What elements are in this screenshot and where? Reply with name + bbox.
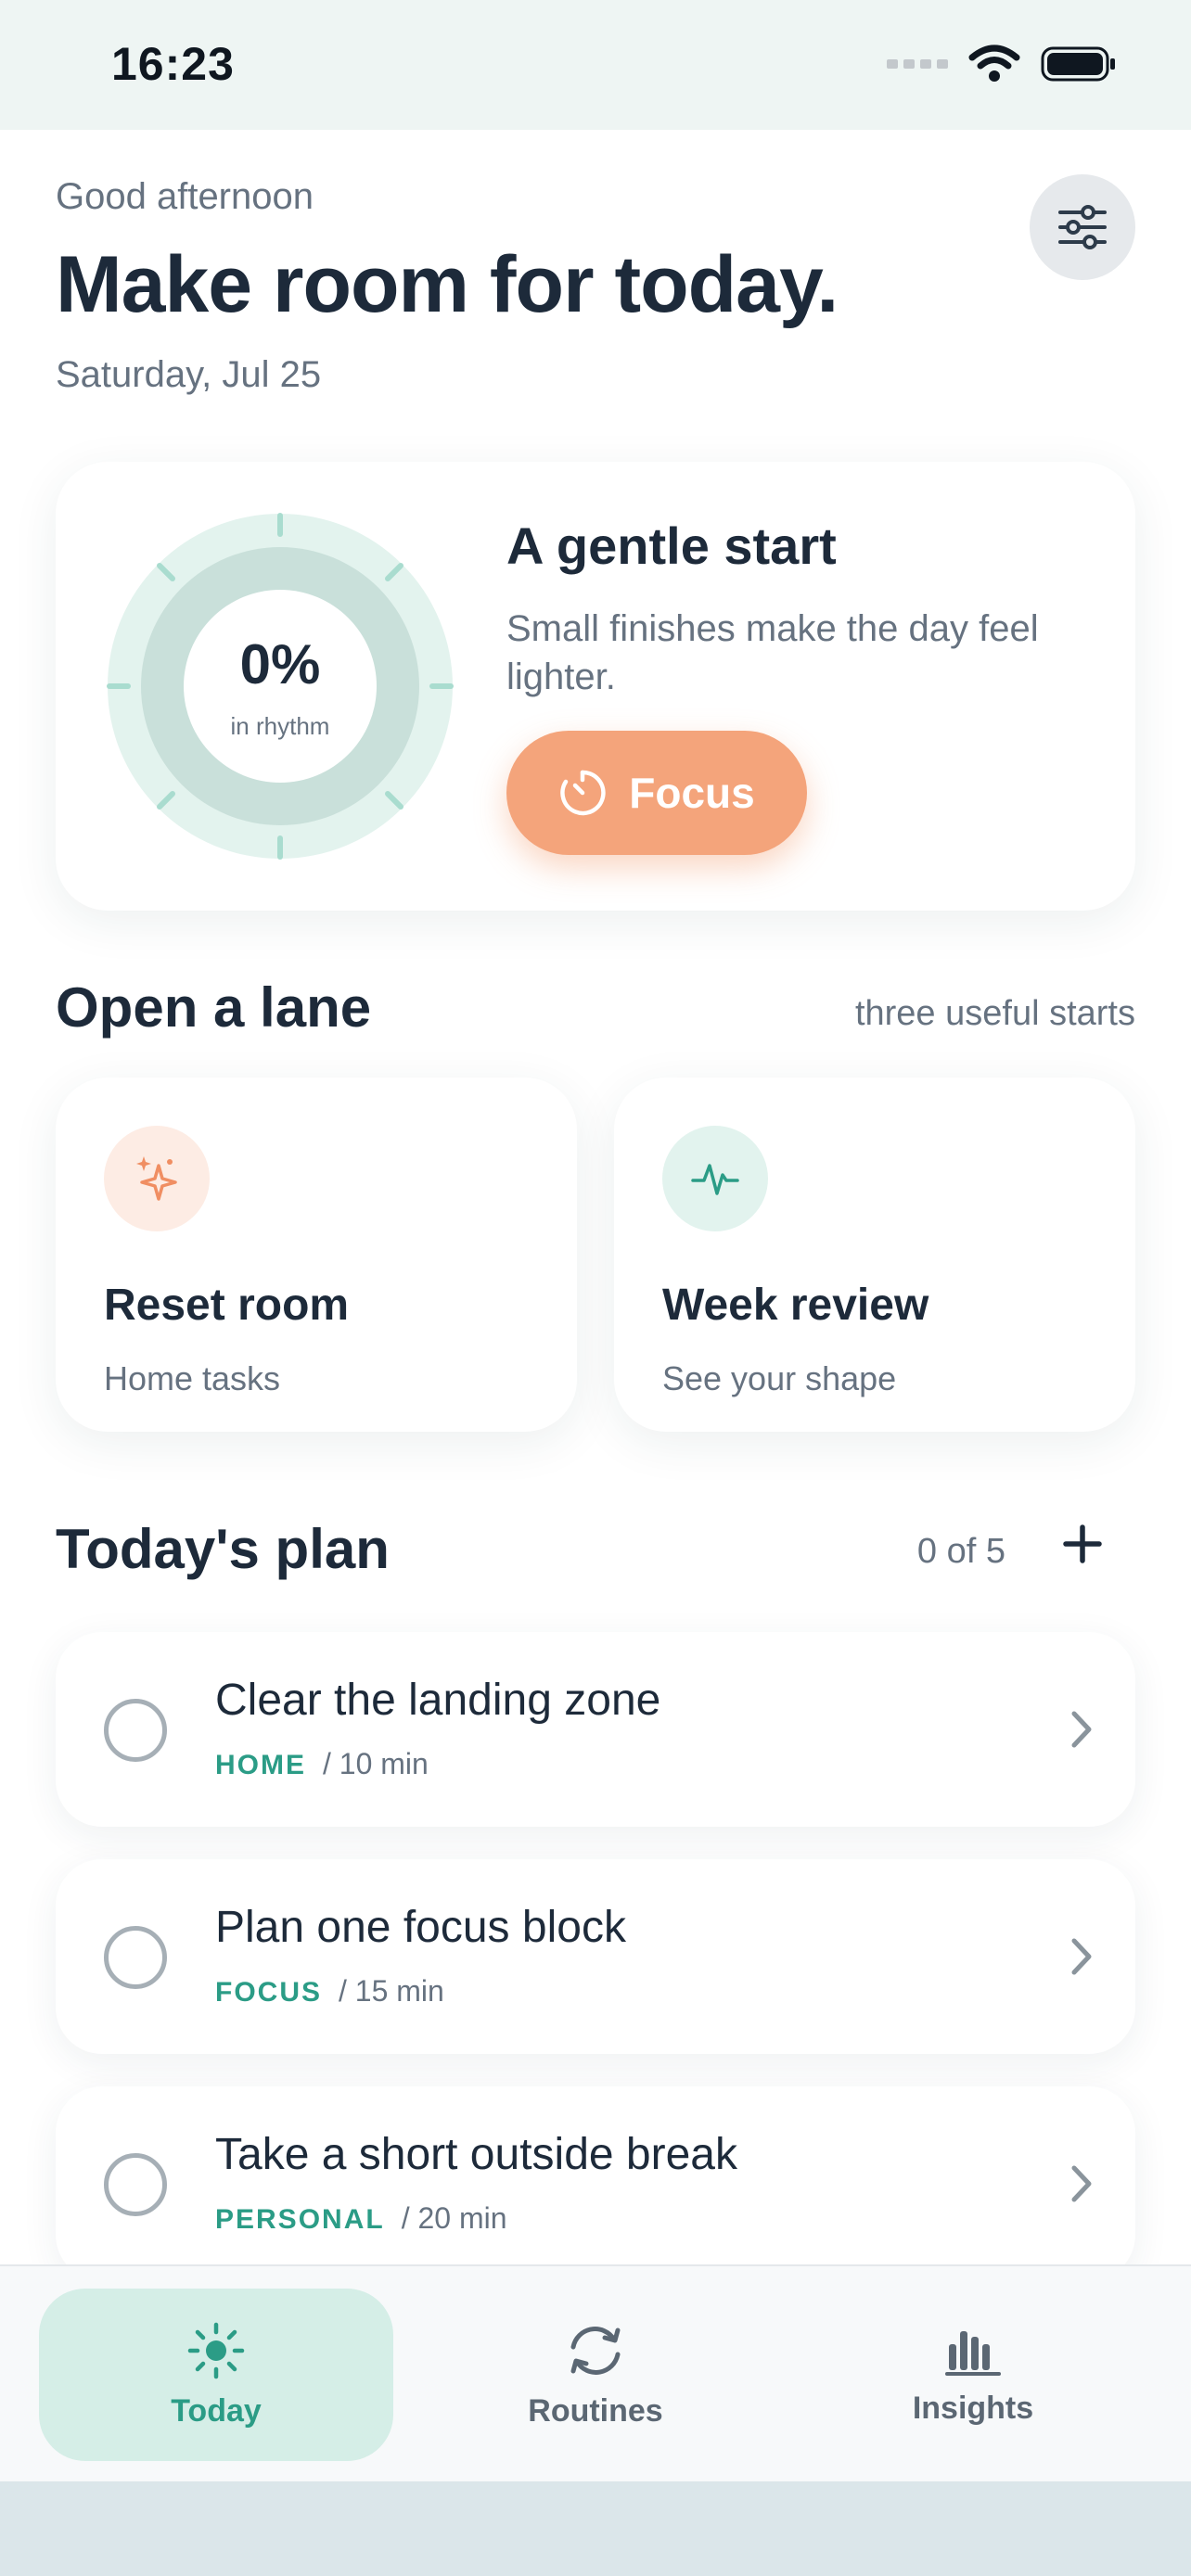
focus-button[interactable]: Focus	[506, 731, 807, 855]
task-meta: FOCUS / 15 min	[215, 1974, 444, 2009]
chevron-right-icon	[1071, 1711, 1092, 1748]
tab-bar: Today Routines Insights	[0, 2264, 1191, 2481]
focus-button-label: Focus	[629, 769, 755, 817]
hero-title: A gentle start	[506, 516, 837, 575]
task-duration: / 10 min	[323, 1747, 429, 1780]
chevron-right-icon	[1071, 2165, 1092, 2202]
plus-icon	[1063, 1524, 1102, 1563]
task-meta: PERSONAL / 20 min	[215, 2201, 507, 2236]
tab-insights[interactable]: Insights	[796, 2289, 1150, 2461]
lane-subtitle: Home tasks	[104, 1359, 281, 1397]
timer-icon	[560, 770, 606, 816]
task-category: FOCUS	[215, 1977, 322, 2008]
rhythm-card: 0% in rhythm A gentle start Small finish…	[56, 462, 1135, 911]
task-title: Plan one focus block	[215, 1903, 626, 1952]
task-duration: / 20 min	[401, 2201, 507, 2235]
tab-label: Insights	[912, 2390, 1034, 2426]
add-task-button[interactable]	[1030, 1491, 1135, 1597]
rhythm-caption: in rhythm	[230, 712, 330, 740]
task-category: HOME	[215, 1750, 306, 1780]
tab-label: Routines	[528, 2392, 663, 2429]
task-title: Take a short outside break	[215, 2130, 737, 2179]
refresh-icon	[570, 2326, 621, 2375]
task-row[interactable]: Clear the landing zone HOME / 10 min	[56, 1632, 1135, 1827]
task-meta: HOME / 10 min	[215, 1747, 429, 1781]
tab-label: Today	[171, 2392, 262, 2429]
date-label: Saturday, Jul 25	[56, 354, 322, 395]
task-row[interactable]: Plan one focus block FOCUS / 15 min	[56, 1859, 1135, 2054]
filter-settings-button[interactable]	[1030, 174, 1135, 280]
task-category: PERSONAL	[215, 2204, 385, 2235]
wifi-icon	[968, 45, 1020, 82]
chevron-right-icon	[1071, 1938, 1092, 1975]
plan-count: 0 of 5	[916, 1532, 1005, 1571]
lane-card-reset-room[interactable]: Reset room Home tasks	[56, 1078, 577, 1432]
task-row[interactable]: Take a short outside break PERSONAL / 20…	[56, 2086, 1135, 2264]
today-screen: Good afternoon Make room for today. Satu…	[0, 130, 1191, 2264]
task-title: Clear the landing zone	[215, 1676, 661, 1725]
rhythm-percent: 0%	[239, 633, 321, 695]
lane-title: Reset room	[104, 1281, 350, 1330]
lane-title: Week review	[662, 1281, 929, 1330]
task-checkbox[interactable]	[104, 1699, 167, 1762]
lanes-meta: three useful starts	[854, 994, 1135, 1033]
cellular-signal-icon	[887, 59, 948, 69]
lanes-heading: Open a lane	[56, 976, 372, 1039]
status-time: 16:23	[111, 38, 235, 90]
task-checkbox[interactable]	[104, 1926, 167, 1989]
tab-routines[interactable]: Routines	[418, 2289, 773, 2461]
battery-icon	[1041, 46, 1115, 82]
task-checkbox[interactable]	[104, 2153, 167, 2216]
lane-subtitle: See your shape	[662, 1359, 897, 1397]
pulse-icon	[662, 1126, 768, 1231]
home-indicator-area	[0, 2481, 1191, 2576]
greeting: Good afternoon	[56, 176, 314, 217]
lane-card-week-review[interactable]: Week review See your shape	[614, 1078, 1135, 1432]
page-title: Make room for today.	[56, 240, 839, 329]
rhythm-progress-ring: 0% in rhythm	[104, 510, 456, 862]
plan-heading: Today's plan	[56, 1518, 390, 1580]
sparkles-icon	[104, 1126, 210, 1231]
status-icons	[887, 45, 1117, 83]
bar-chart-icon	[945, 2330, 1001, 2376]
sun-icon	[187, 2322, 245, 2378]
status-bar: 16:23	[0, 0, 1191, 130]
task-duration: / 15 min	[339, 1974, 444, 2008]
sliders-icon	[1058, 205, 1107, 249]
tab-today[interactable]: Today	[39, 2289, 393, 2461]
hero-body: Small finishes make the day feel lighter…	[506, 608, 1039, 697]
